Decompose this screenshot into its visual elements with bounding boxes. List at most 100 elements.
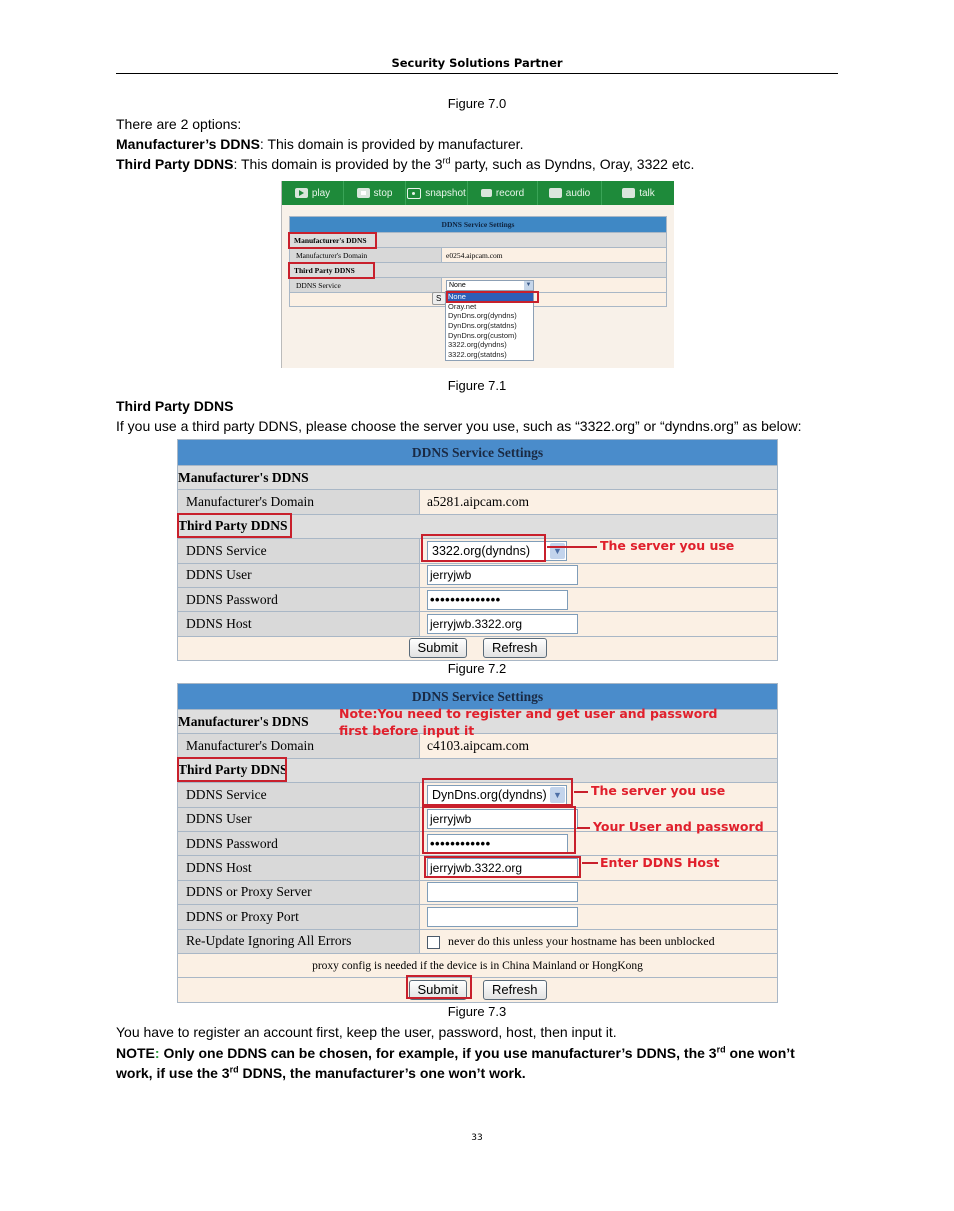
proxy-note: proxy config is needed if the device is … xyxy=(177,952,778,979)
submit-button[interactable]: Submit xyxy=(408,979,467,1000)
running-header: Security Solutions Partner xyxy=(391,56,563,70)
dropdown-option[interactable]: DynDns.org(statdns) xyxy=(446,321,533,331)
stop-button[interactable]: stop xyxy=(344,181,406,205)
page-number: 33 xyxy=(471,1133,483,1143)
chevron-down-icon: ▼ xyxy=(524,280,533,290)
third-party-ddns-term: Third Party DDNS xyxy=(116,156,234,172)
ddns-password-label: DDNS Password xyxy=(177,586,420,613)
submit-button-partial[interactable]: S xyxy=(432,292,446,305)
dropdown-option[interactable]: 3322.org(statdns) xyxy=(446,350,533,360)
proxy-port-input[interactable] xyxy=(427,906,578,927)
ddns-password-input[interactable]: •••••••••••• xyxy=(427,833,568,854)
ddns-host-input[interactable]: jerryjwb.3322.org xyxy=(427,858,578,879)
ddns-service-selected: None xyxy=(449,281,466,289)
audio-label: audio xyxy=(565,187,591,199)
proxy-port-label: DDNS or Proxy Port xyxy=(177,904,420,930)
snapshot-label: snapshot xyxy=(425,187,466,199)
annotation-connector xyxy=(582,862,598,864)
note-text: work, if use the 3 xyxy=(116,1065,230,1081)
figure-caption-7-3: Figure 7.3 xyxy=(447,1004,507,1019)
annotation-note-line1: Note:You need to register and get user a… xyxy=(339,706,718,721)
manufacturer-ddns-term: Manufacturer’s DDNS xyxy=(116,136,260,152)
section-body-third-party: If you use a third party DDNS, please ch… xyxy=(116,418,802,434)
table-title: DDNS Service Settings xyxy=(289,216,667,233)
talk-button[interactable]: talk xyxy=(602,181,674,205)
proxy-server-label: DDNS or Proxy Server xyxy=(177,879,420,906)
talk-label: talk xyxy=(639,187,655,199)
annotation-note-line2: first before input it xyxy=(339,723,475,738)
dropdown-option[interactable]: DynDns.org(dyndns) xyxy=(446,311,533,321)
ddns-host-input[interactable]: jerryjwb.3322.org xyxy=(427,614,578,635)
section-heading-third-party: Third Party DDNS xyxy=(116,398,234,414)
figure-caption-7-1: Figure 7.1 xyxy=(447,378,507,393)
record-label: record xyxy=(495,187,525,199)
ddns-password-input[interactable]: •••••••••••••• xyxy=(427,589,568,610)
ddns-service-selected: 3322.org(dyndns) xyxy=(432,543,530,558)
ddns-service-dropdown: None Oray.net DynDns.org(dyndns) DynDns.… xyxy=(445,291,534,361)
camera-toolbar: play stop snapshot record audio talk xyxy=(282,181,674,205)
ddns-host-label: DDNS Host xyxy=(177,611,420,637)
third-party-ddns-paragraph: Third Party DDNS: This domain is provide… xyxy=(116,156,694,172)
manufacturer-section-header: Manufacturer's DDNS xyxy=(177,464,778,491)
ddns-host-cell: jerryjwb.3322.org xyxy=(419,855,778,881)
register-instruction: You have to register an account first, k… xyxy=(116,1024,617,1040)
annotation-server: The server you use xyxy=(600,538,735,553)
reupdate-hint: never do this unless your hostname has b… xyxy=(448,934,715,949)
options-line: There are 2 options: xyxy=(116,116,242,132)
proxy-server-input[interactable] xyxy=(427,882,578,903)
annotation-server: The server you use xyxy=(591,783,726,798)
dropdown-option[interactable]: Oray.net xyxy=(446,302,533,312)
ddns-service-select[interactable]: None ▼ xyxy=(446,279,534,291)
audio-button[interactable]: audio xyxy=(538,181,602,205)
note-paragraph-line2: work, if use the 3rd DDNS, the manufactu… xyxy=(116,1065,526,1081)
note-text: Only one DDNS can be chosen, for example… xyxy=(159,1045,717,1061)
button-row: Submit Refresh xyxy=(177,635,778,662)
record-icon xyxy=(480,189,492,197)
annotation-connector xyxy=(574,791,588,793)
play-icon xyxy=(294,188,308,198)
note-paragraph-line1: NOTE: Only one DDNS can be chosen, for e… xyxy=(116,1045,795,1061)
annotation-host: Enter DDNS Host xyxy=(600,855,720,870)
ddns-service-label: DDNS Service xyxy=(289,277,442,293)
dropdown-option[interactable]: None xyxy=(446,292,533,302)
record-button[interactable]: record xyxy=(468,181,538,205)
stop-label: stop xyxy=(373,187,393,199)
annotation-connector xyxy=(547,546,597,548)
ddns-password-label: DDNS Password xyxy=(177,830,420,857)
play-button[interactable]: play xyxy=(282,181,344,205)
headphones-icon xyxy=(548,188,562,198)
third-party-section-header: Third Party DDNS xyxy=(177,513,778,540)
ddns-user-label: DDNS User xyxy=(177,806,420,832)
ddns-user-input[interactable]: jerryjwb xyxy=(427,565,578,586)
ddns-user-cell: jerryjwb xyxy=(419,562,778,588)
annotation-user-password: Your User and password xyxy=(593,819,764,834)
snapshot-button[interactable]: snapshot xyxy=(406,181,468,205)
chevron-down-icon: ▼ xyxy=(550,786,565,803)
dropdown-option[interactable]: 3322.org(dyndns) xyxy=(446,340,533,350)
microphone-icon xyxy=(622,188,636,198)
third-party-section-header: Third Party DDNS xyxy=(289,262,667,278)
refresh-button[interactable]: Refresh xyxy=(482,638,547,659)
ddns-service-selected: DynDns.org(dyndns) xyxy=(432,787,547,802)
figure-caption-7-0: Figure 7.0 xyxy=(447,96,507,111)
ddns-password-cell: •••••••••••• xyxy=(419,830,778,857)
ddns-password-cell: •••••••••••••• xyxy=(419,586,778,613)
play-label: play xyxy=(311,187,331,199)
ddns-host-label: DDNS Host xyxy=(177,855,420,881)
manufacturer-domain-label: Manufacturer's Domain xyxy=(177,489,420,515)
reupdate-checkbox[interactable] xyxy=(427,935,440,949)
third-desc-text-end: party, such as Dyndns, Oray, 3322 etc. xyxy=(450,156,695,172)
header-rule xyxy=(116,73,838,74)
ddns-user-input[interactable]: jerryjwb xyxy=(427,809,578,830)
ddns-settings-table-fig73: DDNS Service Settings Manufacturer's DDN… xyxy=(177,683,778,1003)
ddns-service-select[interactable]: 3322.org(dyndns) ▼ xyxy=(427,540,567,561)
submit-button[interactable]: Submit xyxy=(408,638,467,659)
refresh-button[interactable]: Refresh xyxy=(482,979,547,1000)
ddns-service-select[interactable]: DynDns.org(dyndns) ▼ xyxy=(427,784,567,805)
superscript: rd xyxy=(716,1044,726,1055)
figure-7-1-screenshot: play stop snapshot record audio talk DDN… xyxy=(281,181,674,368)
manufacturer-domain-value: a5281.aipcam.com xyxy=(419,489,778,515)
button-row: Submit Refresh xyxy=(177,977,778,1003)
dropdown-option[interactable]: DynDns.org(custom) xyxy=(446,331,533,341)
ddns-host-cell: jerryjwb.3322.org xyxy=(419,611,778,637)
